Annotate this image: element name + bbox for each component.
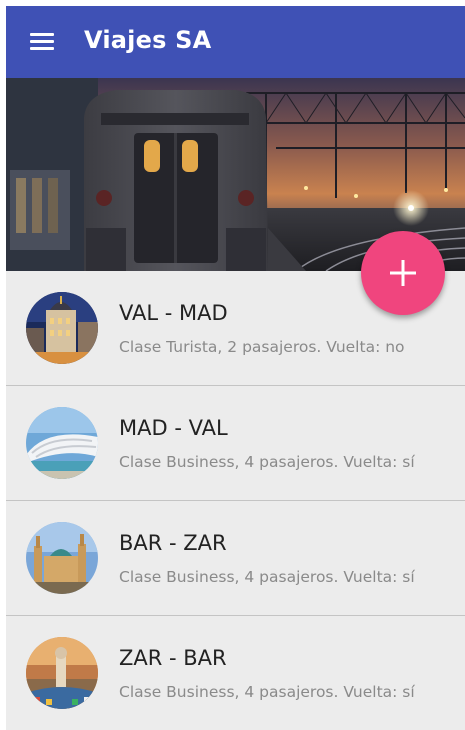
- trip-title: BAR - ZAR: [119, 531, 227, 555]
- trip-details: Clase Business, 4 pasajeros. Vuelta: sí: [119, 683, 415, 701]
- trip-item-zar-bar[interactable]: ZAR - BAR Clase Business, 4 pasajeros. V…: [6, 616, 465, 730]
- trip-item-mad-val[interactable]: MAD - VAL Clase Business, 4 pasajeros. V…: [6, 386, 465, 501]
- plus-icon: [390, 260, 416, 286]
- trip-avatar-barcelona-image: [26, 637, 98, 709]
- app-screen: Viajes SA VAL - MAD Clase Turista, 2 pas…: [6, 6, 465, 730]
- trip-details: Clase Business, 4 pasajeros. Vuelta: sí: [119, 453, 415, 471]
- trip-title: ZAR - BAR: [119, 646, 227, 670]
- trip-list: VAL - MAD Clase Turista, 2 pasajeros. Vu…: [6, 271, 465, 730]
- app-title: Viajes SA: [84, 26, 212, 54]
- trip-details: Clase Business, 4 pasajeros. Vuelta: sí: [119, 568, 415, 586]
- trip-avatar-valencia-image: [26, 407, 98, 479]
- trip-details: Clase Turista, 2 pasajeros. Vuelta: no: [119, 338, 405, 356]
- trip-title: VAL - MAD: [119, 301, 228, 325]
- trip-item-bar-zar[interactable]: BAR - ZAR Clase Business, 4 pasajeros. V…: [6, 501, 465, 616]
- trip-avatar-zaragoza-image: [26, 522, 98, 594]
- hamburger-menu-icon[interactable]: [30, 32, 54, 52]
- trip-avatar-madrid-image: [26, 292, 98, 364]
- add-trip-button[interactable]: [361, 231, 445, 315]
- app-bar: Viajes SA: [6, 6, 465, 78]
- trip-title: MAD - VAL: [119, 416, 228, 440]
